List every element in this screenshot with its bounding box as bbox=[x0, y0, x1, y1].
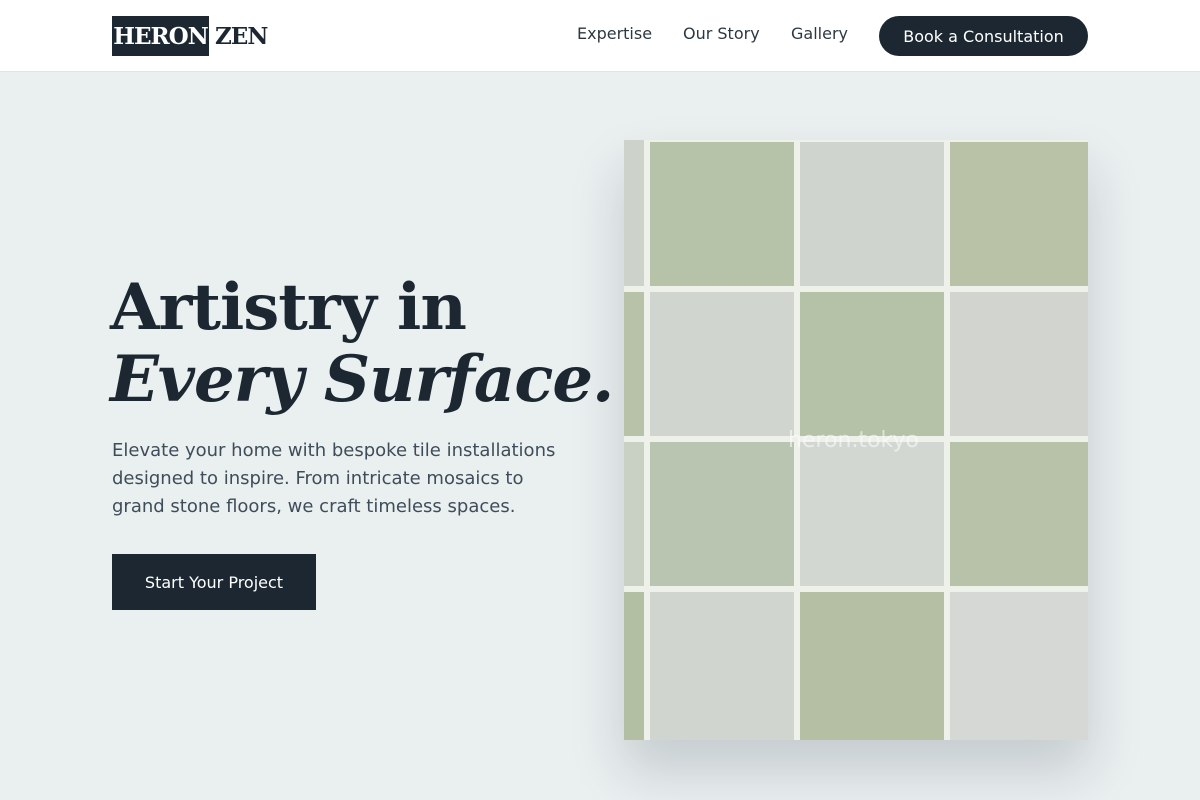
start-project-button[interactable]: Start Your Project bbox=[112, 554, 316, 610]
nav-expertise[interactable]: Expertise bbox=[577, 24, 652, 43]
logo-mark: HERON bbox=[112, 16, 209, 56]
logo-text: ZEN bbox=[215, 22, 268, 50]
nav-gallery[interactable]: Gallery bbox=[791, 24, 848, 43]
site-header: HERON ZEN Expertise Our Story Gallery Bo… bbox=[0, 0, 1200, 72]
logo[interactable]: HERON ZEN bbox=[112, 16, 268, 56]
hero-title-line2: Every Surface. bbox=[110, 342, 614, 417]
hero-title-line1: Artistry in bbox=[110, 270, 467, 345]
book-consultation-button[interactable]: Book a Consultation bbox=[879, 16, 1088, 56]
hero-title: Artistry in Every Surface. bbox=[110, 270, 614, 417]
hero-description: Elevate your home with bespoke tile inst… bbox=[112, 440, 556, 517]
nav-our-story[interactable]: Our Story bbox=[683, 24, 760, 43]
image-watermark: heron.tokyo bbox=[788, 428, 919, 453]
